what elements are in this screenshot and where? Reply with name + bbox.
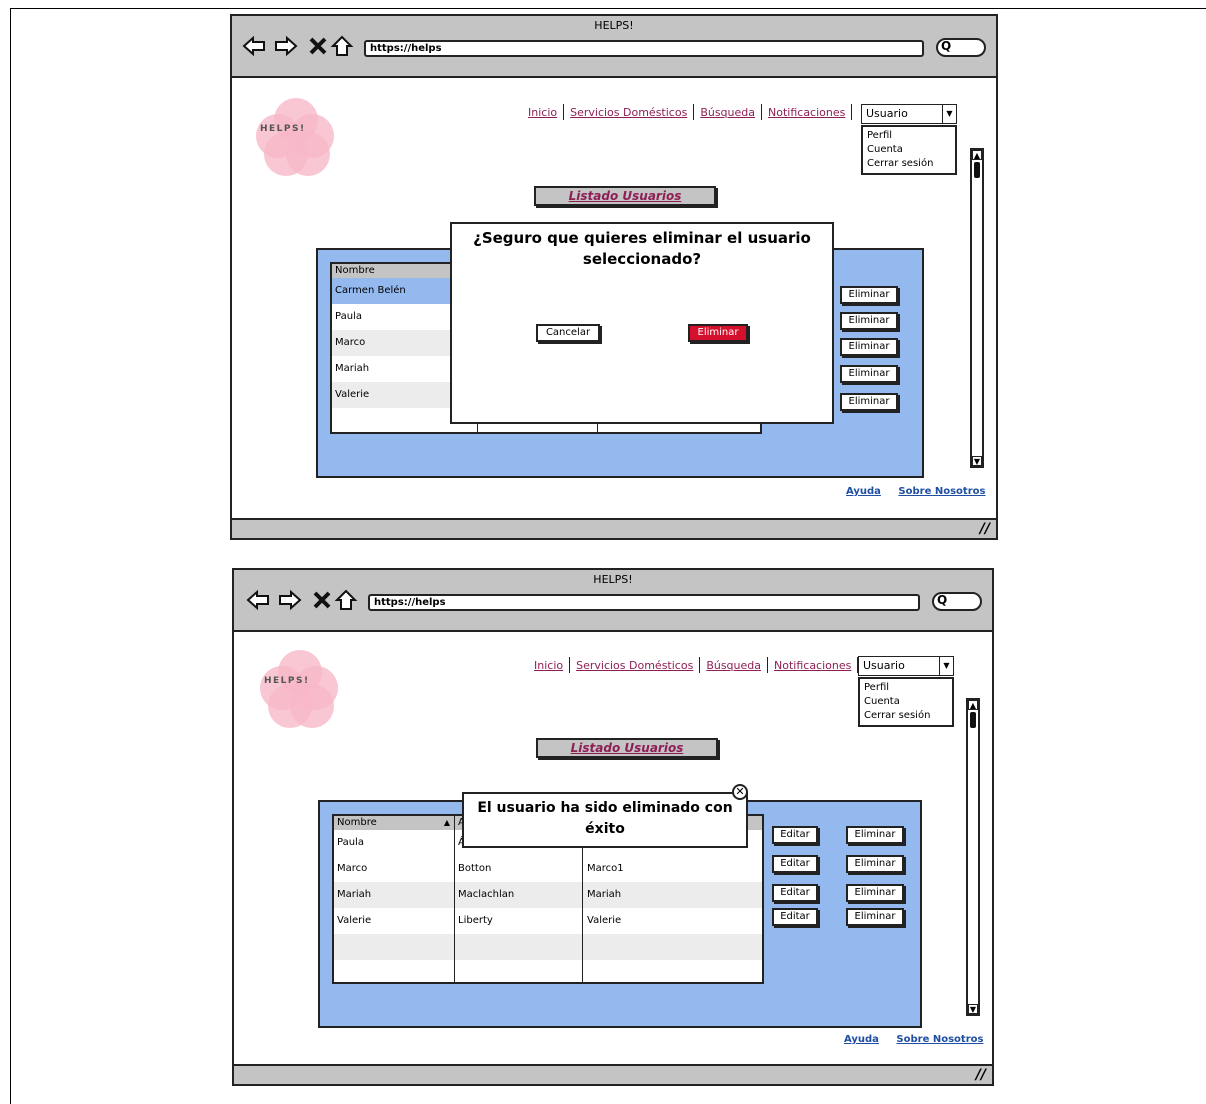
chevron-down-icon: ▼: [939, 657, 953, 675]
edit-button[interactable]: Editar: [772, 826, 818, 844]
delete-button[interactable]: Eliminar: [846, 826, 904, 844]
user-dropdown-menu: Perfil Cuenta Cerrar sesión: [858, 677, 954, 727]
window-title: HELPS!: [594, 19, 634, 32]
address-bar[interactable]: https://helps: [368, 594, 920, 611]
back-arrow-icon[interactable]: [246, 588, 270, 612]
home-icon[interactable]: [330, 34, 354, 58]
scroll-down-icon[interactable]: ▼: [972, 456, 982, 466]
page-title: Listado Usuarios: [536, 738, 718, 758]
back-arrow-icon[interactable]: [242, 34, 266, 58]
scroll-thumb[interactable]: [974, 162, 980, 178]
helps-logo: HELPS!: [256, 650, 346, 730]
frame-top-line: [10, 8, 1206, 9]
chevron-down-icon: ▼: [942, 105, 956, 123]
menu-item-cerrar-sesion[interactable]: Cerrar sesión: [867, 157, 951, 171]
resize-grip-icon[interactable]: //: [976, 1067, 986, 1083]
sort-ascending-icon: ▲: [443, 818, 450, 827]
browser-window-delete-success: HELPS! https://helps Q HELPS! Inicio Ser…: [232, 568, 994, 1086]
cancel-button[interactable]: Cancelar: [536, 324, 600, 342]
delete-button[interactable]: Eliminar: [840, 338, 898, 356]
window-title: HELPS!: [593, 573, 633, 586]
scroll-down-icon[interactable]: ▼: [968, 1004, 978, 1014]
search-button[interactable]: Q: [936, 38, 986, 57]
scroll-up-icon[interactable]: ▲: [968, 700, 978, 710]
edit-button[interactable]: Editar: [772, 908, 818, 926]
menu-item-cerrar-sesion[interactable]: Cerrar sesión: [864, 709, 948, 723]
close-circle-icon[interactable]: ✕: [732, 784, 748, 800]
confirm-delete-button[interactable]: Eliminar: [688, 324, 748, 342]
user-dropdown[interactable]: Usuario ▼: [861, 104, 957, 124]
scroll-up-icon[interactable]: ▲: [972, 150, 982, 160]
footer-links: Ayuda Sobre Nosotros: [832, 486, 985, 497]
delete-button[interactable]: Eliminar: [840, 286, 898, 304]
footer-sobre-nosotros[interactable]: Sobre Nosotros: [898, 486, 985, 497]
success-toast: El usuario ha sido eliminado con éxito ✕: [462, 784, 748, 848]
footer-ayuda[interactable]: Ayuda: [844, 1034, 879, 1045]
delete-button[interactable]: Eliminar: [840, 365, 898, 383]
helps-logo: HELPS!: [252, 98, 342, 178]
nav-servicios[interactable]: Servicios Domésticos: [570, 659, 699, 672]
column-header-nombre[interactable]: Nombre: [332, 264, 452, 278]
close-x-icon[interactable]: [310, 588, 334, 612]
vertical-scrollbar[interactable]: ▲ ▼: [970, 148, 984, 468]
frame-left-line: [10, 8, 11, 1104]
delete-button[interactable]: Eliminar: [846, 908, 904, 926]
table-row[interactable]: Mariah Maclachlan Mariah: [334, 882, 762, 908]
menu-item-cuenta[interactable]: Cuenta: [867, 143, 951, 157]
nav-notificaciones[interactable]: Notificaciones: [768, 659, 857, 672]
search-icon: Q: [941, 39, 952, 53]
footer-sobre-nosotros[interactable]: Sobre Nosotros: [896, 1034, 983, 1045]
table-row[interactable]: [334, 934, 762, 960]
nav-notificaciones[interactable]: Notificaciones: [762, 106, 851, 119]
table-row[interactable]: Valerie Liberty Valerie: [334, 908, 762, 934]
status-bar: //: [234, 1064, 992, 1084]
search-icon: Q: [937, 593, 948, 607]
nav-busqueda[interactable]: Búsqueda: [694, 106, 761, 119]
nav-busqueda[interactable]: Búsqueda: [700, 659, 767, 672]
main-nav: Inicio Servicios Domésticos Búsqueda Not…: [528, 657, 859, 673]
user-dropdown-menu: Perfil Cuenta Cerrar sesión: [861, 125, 957, 175]
search-button[interactable]: Q: [932, 592, 982, 611]
close-x-icon[interactable]: [306, 34, 330, 58]
menu-item-perfil[interactable]: Perfil: [867, 129, 951, 143]
nav-inicio[interactable]: Inicio: [528, 659, 569, 672]
footer-ayuda[interactable]: Ayuda: [846, 486, 881, 497]
address-bar[interactable]: https://helps: [364, 40, 924, 57]
nav-inicio[interactable]: Inicio: [522, 106, 563, 119]
main-nav: Inicio Servicios Domésticos Búsqueda Not…: [522, 104, 853, 120]
scroll-thumb[interactable]: [970, 712, 976, 728]
browser-toolbar: HELPS! https://helps Q: [234, 570, 992, 632]
status-bar: //: [232, 518, 996, 538]
edit-button[interactable]: Editar: [772, 884, 818, 902]
table-row[interactable]: Marco Botton Marco1: [334, 856, 762, 882]
delete-button[interactable]: Eliminar: [846, 884, 904, 902]
menu-item-cuenta[interactable]: Cuenta: [864, 695, 948, 709]
menu-item-perfil[interactable]: Perfil: [864, 681, 948, 695]
delete-button[interactable]: Eliminar: [840, 393, 898, 411]
vertical-scrollbar[interactable]: ▲ ▼: [966, 698, 980, 1016]
forward-arrow-icon[interactable]: [278, 588, 302, 612]
footer-links: Ayuda Sobre Nosotros: [830, 1034, 983, 1045]
user-dropdown[interactable]: Usuario ▼: [858, 656, 954, 676]
delete-confirm-modal: ¿Seguro que quieres eliminar el usuario …: [450, 222, 834, 424]
column-header-nombre[interactable]: Nombre ▲: [334, 816, 454, 830]
delete-button[interactable]: Eliminar: [846, 855, 904, 873]
edit-button[interactable]: Editar: [772, 855, 818, 873]
delete-button[interactable]: Eliminar: [840, 312, 898, 330]
toast-message: El usuario ha sido eliminado con éxito: [477, 800, 733, 837]
page-title: Listado Usuarios: [534, 186, 716, 206]
browser-toolbar: HELPS! https://helps Q: [232, 16, 996, 78]
home-icon[interactable]: [334, 588, 358, 612]
modal-message: ¿Seguro que quieres eliminar el usuario …: [473, 229, 811, 268]
nav-servicios[interactable]: Servicios Domésticos: [564, 106, 693, 119]
resize-grip-icon[interactable]: //: [980, 521, 990, 537]
browser-window-delete-confirm: HELPS! https://helps Q HELPS! Inicio Ser…: [230, 14, 998, 540]
forward-arrow-icon[interactable]: [274, 34, 298, 58]
